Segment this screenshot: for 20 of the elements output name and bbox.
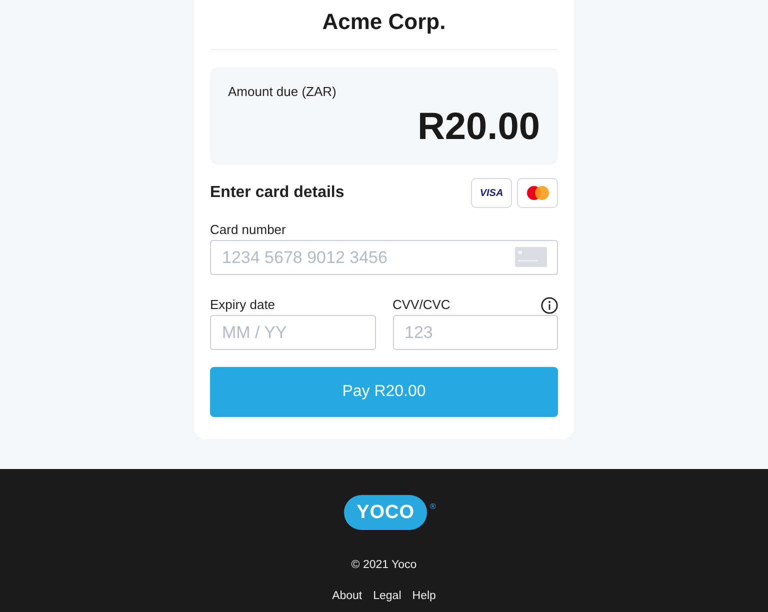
- copyright-text: © 2021 Yoco: [351, 558, 417, 572]
- field-label: CVV/CVC: [392, 297, 450, 313]
- footer-link[interactable]: Legal: [373, 589, 402, 603]
- amount-value: R20.00: [417, 107, 540, 147]
- merchant-name: Acme Corp.: [321, 8, 447, 36]
- registered-mark: ®: [430, 502, 436, 511]
- input-field[interactable]: 1234 5678 9012 3456: [210, 240, 558, 275]
- section-heading: Enter card details: [210, 184, 344, 202]
- info-icon[interactable]: [541, 296, 558, 314]
- input-field[interactable]: 123: [392, 315, 558, 350]
- visa-badge: VISA: [471, 178, 512, 208]
- footer-link[interactable]: Help: [412, 589, 436, 603]
- amount-label: Amount due (ZAR): [228, 83, 336, 101]
- field-label: Card number: [210, 222, 286, 238]
- logo: YOCO: [344, 495, 428, 530]
- input-field[interactable]: MM / YY: [210, 315, 376, 350]
- two-circles-icon: [526, 186, 548, 200]
- credit-card-icon: [515, 247, 547, 267]
- footer-link[interactable]: About: [332, 589, 362, 603]
- field-label: Expiry date: [210, 297, 276, 313]
